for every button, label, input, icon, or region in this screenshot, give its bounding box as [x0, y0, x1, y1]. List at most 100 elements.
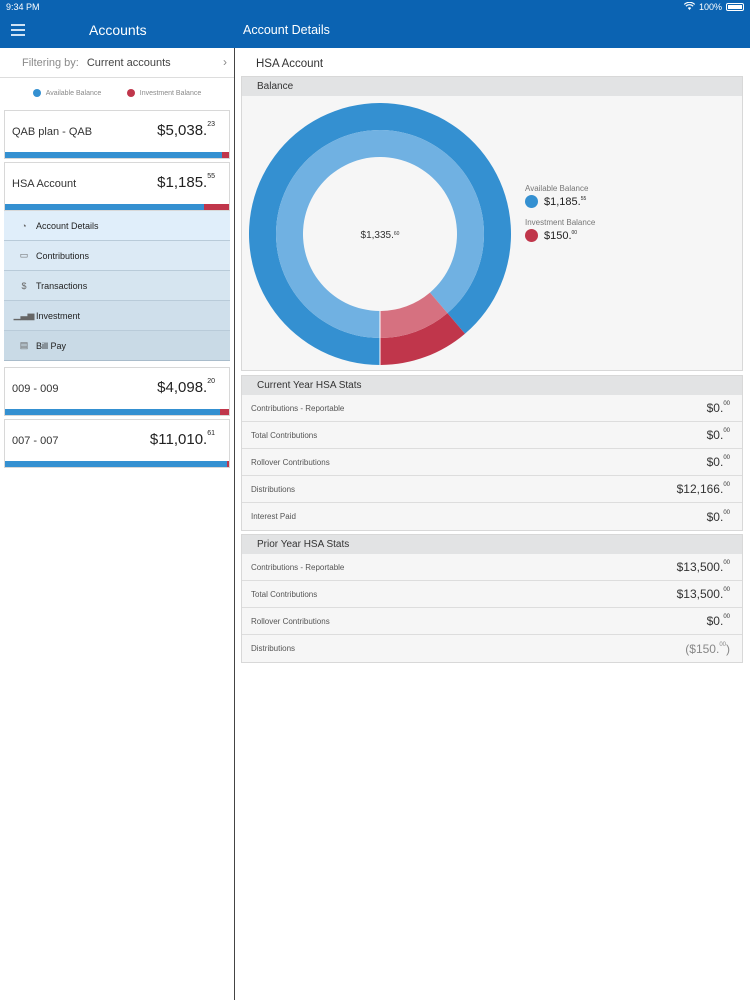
menu-item-label: Contributions [36, 250, 90, 261]
blue-dot-icon [32, 89, 41, 97]
available-bar-segment [5, 461, 227, 467]
stat-value: $12,166.00 [676, 482, 730, 496]
filter-row[interactable]: Filtering by: Current accounts › [0, 48, 234, 78]
stat-value: $13,500.00 [676, 587, 730, 601]
stat-label: Total Contributions [251, 430, 318, 440]
investment-bar-segment [226, 461, 229, 467]
red-dot-icon [525, 229, 538, 242]
menu-item-account-details[interactable]: ◔ Account Details [4, 211, 230, 241]
details-title: HSA Account [256, 58, 324, 70]
account-name: 009 - 009 [12, 383, 59, 395]
prior-stats-rows: Contributions - Reportable $13,500.00 Tota… [242, 554, 742, 662]
legend-investment-label: Investment Balance [139, 89, 202, 97]
balance-header: Balance [242, 77, 742, 96]
menu-item-bill-pay[interactable]: ▤ Bill Pay [4, 331, 230, 361]
chart-legend-investment-label: Investment Balance [525, 218, 596, 227]
stat-value: $13,500.00 [676, 560, 730, 574]
account-card-selected[interactable]: HSA Account $1,185.55 [4, 162, 230, 211]
nav-bar: Accounts Account Details [0, 14, 750, 48]
stat-row: Distributions $12,166.00 [242, 476, 742, 503]
chevron-right-icon: › [223, 55, 227, 69]
stat-row: Rollover Contributions $0.00 [242, 608, 742, 635]
chart-total-label: $1,335.60 [361, 230, 400, 241]
stat-row: Total Contributions $0.00 [242, 422, 742, 449]
account-balance-bar [5, 409, 229, 415]
available-bar-segment [5, 204, 205, 210]
cash-icon: ▭ [19, 250, 29, 260]
account-amount: $11,010.61 [149, 430, 215, 448]
account-amount: $1,185.55 [157, 173, 215, 191]
available-bar-segment [5, 409, 221, 415]
legend-available-label: Available Balance [45, 89, 102, 97]
chart-legend-investment: $150.00 [525, 229, 595, 242]
menu-item-label: Investment [36, 310, 81, 321]
investment-bar-segment [220, 409, 229, 415]
prior-stats-header: Prior Year HSA Stats [242, 535, 742, 554]
gauge-icon: ◔ [21, 220, 27, 231]
balance-panel: Balance $1,335.60 Available Balance $1,1… [241, 76, 743, 371]
stat-value: $0.00 [706, 614, 730, 628]
account-name: HSA Account [12, 178, 77, 190]
stat-row: Rollover Contributions $0.00 [242, 449, 742, 476]
bill-icon: ▤ [19, 340, 29, 350]
stat-row: Contributions - Reportable $13,500.00 [242, 554, 742, 581]
red-dot-icon [126, 89, 135, 97]
stat-label: Rollover Contributions [251, 616, 330, 626]
menu-item-transactions[interactable]: $ Transactions [4, 271, 230, 301]
menu-item-contributions[interactable]: ▭ Contributions [4, 241, 230, 271]
battery-icon [726, 3, 744, 11]
menu-item-label: Bill Pay [36, 340, 67, 351]
legend-investment: Investment Balance [126, 89, 202, 97]
chart-legend-available-label: Available Balance [525, 184, 589, 193]
investment-bar-segment [222, 152, 229, 158]
status-bar: 9:34 PM 100% [0, 0, 750, 14]
stat-row: Total Contributions $13,500.00 [242, 581, 742, 608]
menu-item-label: Transactions [36, 280, 88, 291]
prior-year-stats: Prior Year HSA Stats Contributions - Rep… [241, 534, 743, 663]
stat-value: $0.00 [706, 428, 730, 442]
account-card[interactable]: QAB plan - QAB $5,038.23 [4, 110, 230, 159]
stat-row: Distributions ($150.00) [242, 635, 742, 662]
stat-value: $0.00 [706, 401, 730, 415]
account-details-pane: HSA Account Balance $1,335.60 Available … [236, 48, 750, 1000]
chart-legend: Available Balance $1,185.55 Investment B… [525, 184, 595, 242]
accounts-title: Accounts [89, 22, 147, 38]
stat-label: Total Contributions [251, 589, 318, 599]
legend-available: Available Balance [32, 89, 102, 97]
stat-label: Distributions [251, 644, 296, 653]
balance-donut-chart: $1,335.60 [249, 103, 512, 366]
status-right: 100% [683, 1, 744, 12]
filter-value: Current accounts [86, 56, 171, 69]
stat-label: Interest Paid [251, 512, 296, 521]
dollar-icon: $ [21, 280, 27, 291]
account-name: 007 - 007 [12, 435, 59, 447]
account-card[interactable]: 007 - 007 $11,010.61 [4, 419, 230, 468]
current-stats-header: Current Year HSA Stats [242, 376, 742, 395]
balance-legend: Available Balance Investment Balance [0, 78, 234, 108]
battery-percent: 100% [698, 2, 722, 12]
filter-label: Filtering by: [22, 56, 79, 69]
account-amount: $4,098.20 [157, 378, 215, 396]
account-balance-bar [5, 204, 229, 210]
status-time: 9:34 PM [6, 2, 40, 12]
bar-chart-icon: ▁▃▅ [13, 310, 35, 320]
account-balance-bar [5, 461, 229, 467]
account-card[interactable]: 009 - 009 $4,098.20 [4, 367, 230, 416]
stat-value: $0.00 [706, 509, 730, 524]
stat-row: Interest Paid $0.00 [242, 503, 742, 530]
wifi-icon [683, 1, 696, 12]
current-year-stats: Current Year HSA Stats Contributions - R… [241, 375, 743, 531]
account-details-title: Account Details [243, 23, 330, 37]
account-amount: $5,038.23 [157, 121, 215, 139]
investment-bar-segment [204, 204, 229, 210]
chart-legend-available: $1,185.55 [525, 195, 595, 208]
account-name: QAB plan - QAB [12, 126, 93, 138]
stat-row: Contributions - Reportable $0.00 [242, 395, 742, 422]
menu-item-investment[interactable]: ▁▃▅ Investment [4, 301, 230, 331]
menu-icon[interactable] [11, 24, 25, 36]
stat-label: Rollover Contributions [251, 457, 330, 467]
stat-label: Contributions - Reportable [251, 403, 345, 413]
account-submenu: ◔ Account Details ▭ Contributions $ Tran… [4, 211, 230, 361]
account-balance-bar [5, 152, 229, 158]
stat-value: ($150.00) [685, 641, 730, 656]
